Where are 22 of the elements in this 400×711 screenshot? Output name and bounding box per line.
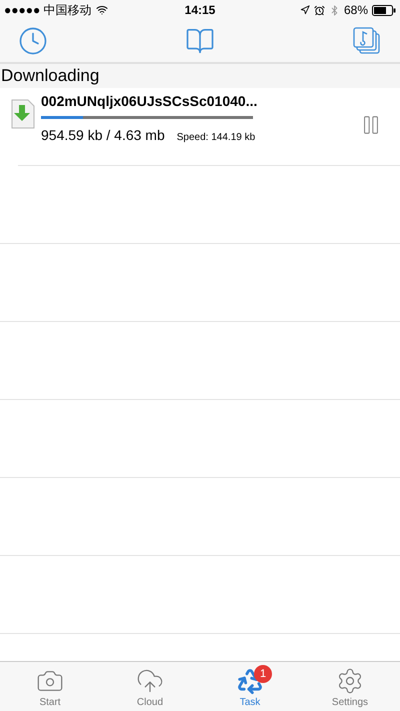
- battery-icon: [372, 4, 396, 16]
- recycle-icon: [236, 667, 264, 695]
- tab-button[interactable]: Cloud: [100, 662, 200, 711]
- tab-button[interactable]: Task 1: [200, 662, 300, 711]
- battery-text: 68%: [344, 2, 368, 19]
- tab-button[interactable]: Settings: [300, 662, 400, 711]
- clock-text: 14:15: [184, 2, 216, 19]
- bluetooth-icon: [328, 4, 340, 16]
- tab-button[interactable]: Start: [0, 662, 100, 711]
- carrier-text: ●●●●● 中国移动: [4, 2, 92, 19]
- badge-count: 1: [254, 665, 272, 683]
- cloud-upload-icon: [136, 667, 164, 695]
- section-header: Downloading: [0, 64, 400, 88]
- location-icon: [300, 5, 310, 15]
- book-button[interactable]: [185, 26, 215, 56]
- music-files-button[interactable]: [352, 26, 382, 56]
- settings-icon: [336, 667, 364, 695]
- history-button[interactable]: [18, 26, 48, 56]
- download-file-icon: [11, 99, 35, 129]
- size-text: 954.59 kb / 4.63 mb: [41, 126, 165, 145]
- speed-text: Speed: 144.19 kb: [176, 131, 256, 145]
- alarm-icon: [314, 4, 325, 16]
